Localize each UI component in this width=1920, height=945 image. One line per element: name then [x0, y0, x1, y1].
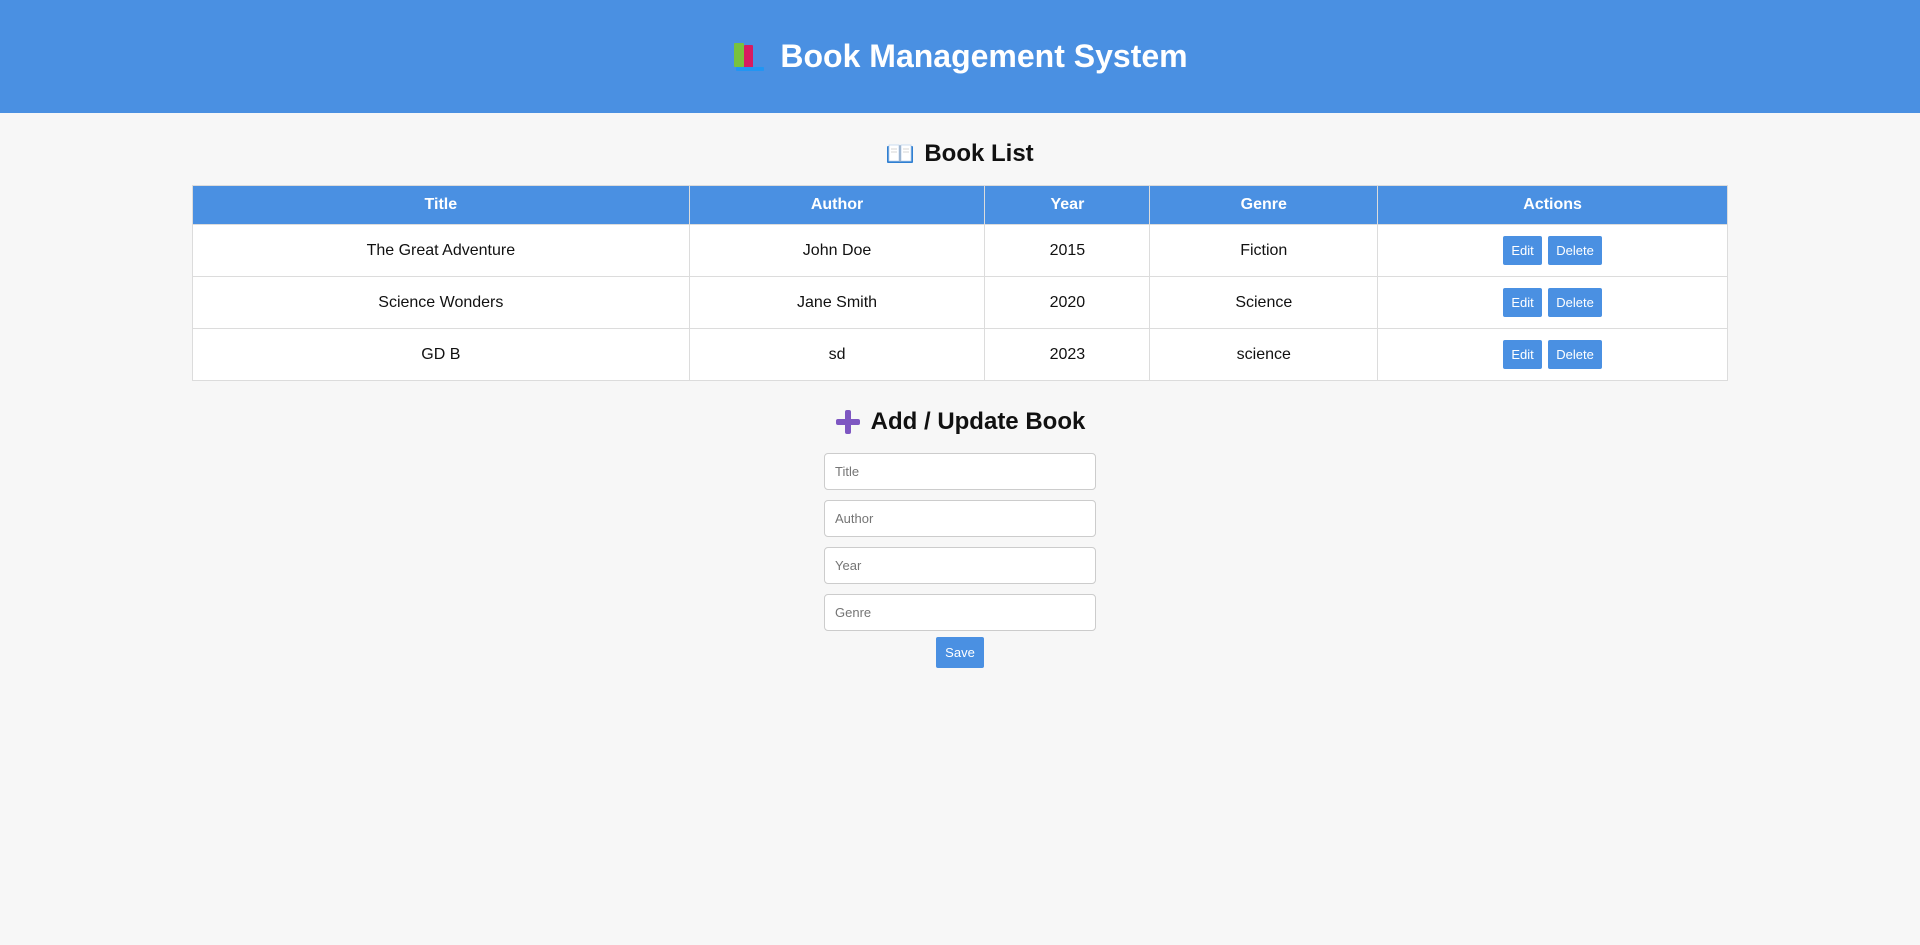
app-title: Book Management System	[780, 38, 1188, 74]
book-year-cell: 2023	[984, 328, 1151, 381]
book-genre-cell: science	[1149, 328, 1379, 381]
open-book-icon	[886, 143, 914, 165]
app-header: Book Management System	[0, 0, 1920, 113]
title-input[interactable]	[824, 453, 1096, 490]
column-header-genre: Genre	[1149, 185, 1379, 225]
delete-button[interactable]: Delete	[1548, 288, 1602, 317]
column-header-author: Author	[688, 185, 986, 225]
table-row: The Great Adventure John Doe 2015 Fictio…	[192, 224, 1728, 277]
genre-input[interactable]	[824, 594, 1096, 631]
add-update-title: Add / Update Book	[870, 408, 1086, 435]
actions-cell: Edit Delete	[1377, 328, 1728, 381]
column-header-title: Title	[192, 185, 690, 225]
book-list-title: Book List	[924, 140, 1034, 167]
delete-button[interactable]: Delete	[1548, 340, 1602, 369]
edit-button[interactable]: Edit	[1503, 236, 1542, 265]
edit-button[interactable]: Edit	[1503, 340, 1542, 369]
book-year-cell: 2020	[984, 276, 1151, 329]
book-author-cell: John Doe	[688, 224, 986, 277]
book-table: Title Author Year Genre Actions The Grea…	[192, 185, 1728, 381]
book-title-cell: Science Wonders	[192, 276, 690, 329]
book-genre-cell: Fiction	[1149, 224, 1379, 277]
book-genre-cell: Science	[1149, 276, 1379, 329]
book-form: Save	[0, 453, 1920, 668]
header-title-group: Book Management System	[732, 38, 1188, 75]
books-icon	[732, 41, 766, 73]
column-header-actions: Actions	[1377, 185, 1728, 225]
actions-cell: Edit Delete	[1377, 276, 1728, 329]
book-title-cell: GD B	[192, 328, 690, 381]
book-list-heading: Book List	[0, 137, 1920, 171]
add-update-heading: Add / Update Book	[0, 405, 1920, 439]
table-header-row: Title Author Year Genre Actions	[192, 185, 1728, 225]
year-input[interactable]	[824, 547, 1096, 584]
plus-icon	[835, 409, 861, 435]
edit-button[interactable]: Edit	[1503, 288, 1542, 317]
author-input[interactable]	[824, 500, 1096, 537]
book-year-cell: 2015	[984, 224, 1151, 277]
book-title-cell: The Great Adventure	[192, 224, 690, 277]
table-row: GD B sd 2023 science Edit Delete	[192, 328, 1728, 381]
table-row: Science Wonders Jane Smith 2020 Science …	[192, 276, 1728, 329]
column-header-year: Year	[984, 185, 1151, 225]
actions-cell: Edit Delete	[1377, 224, 1728, 277]
save-button[interactable]: Save	[936, 637, 984, 668]
delete-button[interactable]: Delete	[1548, 236, 1602, 265]
book-author-cell: sd	[688, 328, 986, 381]
book-author-cell: Jane Smith	[688, 276, 986, 329]
